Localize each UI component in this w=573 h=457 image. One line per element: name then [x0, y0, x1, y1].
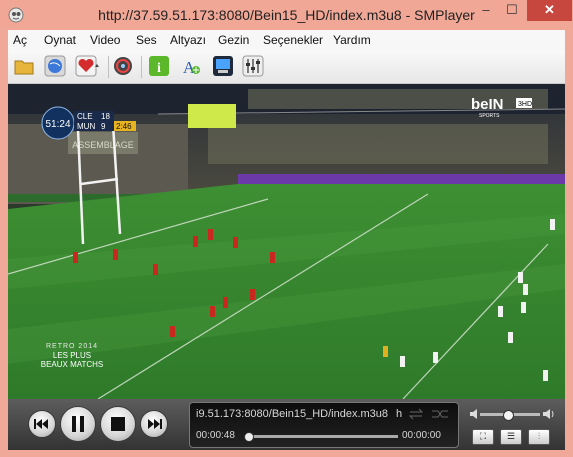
- playlist-icon: ☰: [506, 431, 516, 441]
- stream-url-overflow: h: [396, 408, 403, 420]
- maximize-button[interactable]: ☐: [499, 0, 525, 21]
- toolbar: i A: [8, 50, 565, 84]
- menu-subtitles[interactable]: Altyazı: [170, 33, 206, 47]
- volume-handle[interactable]: [503, 410, 514, 421]
- toolbar-separator: [141, 56, 142, 78]
- next-button[interactable]: [140, 410, 168, 438]
- previous-button[interactable]: [28, 410, 56, 438]
- info-icon[interactable]: i: [148, 55, 170, 77]
- elapsed-time: 00:00:48: [196, 430, 235, 441]
- toolbar-separator: [108, 56, 109, 78]
- speaker-loud-icon[interactable]: [542, 407, 556, 421]
- screenshot-icon[interactable]: [212, 55, 234, 77]
- forward-icon: [148, 419, 162, 429]
- team2-name: MUN: [77, 122, 95, 131]
- stadium-sign: ASSEMBLAGE: [72, 140, 134, 150]
- favorites-heart-icon[interactable]: [75, 55, 99, 77]
- menu-help[interactable]: Yardım: [333, 33, 371, 47]
- channel-hd-badge: 3HD: [518, 101, 532, 108]
- smplayer-window: http://37.59.51.173:8080/Bein15_HD/index…: [0, 0, 573, 457]
- match-clock: 51:24: [45, 119, 70, 130]
- equalizer-button[interactable]: ⫶: [528, 429, 550, 445]
- rewind-icon: [34, 419, 48, 429]
- channel-sub-text: SPORTS: [479, 113, 500, 119]
- overlay-line-3: BEAUX MATCHS: [41, 360, 104, 369]
- volume-slider[interactable]: [480, 410, 540, 421]
- open-folder-icon[interactable]: [13, 55, 35, 77]
- globe-icon[interactable]: [44, 55, 66, 77]
- status-display: i9.51.173:8080/Bein15_HD/index.m3u8 h 00…: [189, 402, 459, 448]
- playlist-button[interactable]: ☰: [500, 429, 522, 445]
- video-frame: ASSEMBLAGE 51:24 CLE 18 MUN 9 2:46 beIN …: [8, 84, 565, 399]
- menu-open[interactable]: Aç: [13, 33, 27, 47]
- menu-play[interactable]: Oynat: [44, 33, 76, 47]
- team1-score: 18: [101, 112, 110, 121]
- title-bar[interactable]: http://37.59.51.173:8080/Bein15_HD/index…: [0, 0, 573, 30]
- menu-audio[interactable]: Ses: [136, 33, 157, 47]
- seek-handle[interactable]: [244, 432, 254, 442]
- overlay-line-1: RETRO 2014: [46, 343, 98, 350]
- pause-button[interactable]: [60, 406, 96, 442]
- control-bar: i9.51.173:8080/Bein15_HD/index.m3u8 h 00…: [8, 399, 565, 450]
- menu-video[interactable]: Video: [90, 33, 120, 47]
- team2-score: 9: [101, 122, 106, 131]
- team1-name: CLE: [77, 112, 93, 121]
- menu-browse[interactable]: Gezin: [218, 33, 249, 47]
- total-time: 00:00:00: [402, 430, 441, 441]
- stop-button[interactable]: [100, 406, 136, 442]
- minimize-button[interactable]: –: [473, 0, 499, 21]
- svg-text:i: i: [157, 61, 161, 76]
- pause-icon: [72, 416, 84, 432]
- fullscreen-icon: ⛶: [479, 431, 487, 441]
- added-time: 2:46: [116, 122, 132, 131]
- seek-bar[interactable]: [244, 432, 398, 442]
- video-display[interactable]: ASSEMBLAGE 51:24 CLE 18 MUN 9 2:46 beIN …: [8, 84, 565, 399]
- stream-url: i9.51.173:8080/Bein15_HD/index.m3u8: [196, 408, 389, 420]
- equalizer-icon[interactable]: [242, 55, 264, 77]
- font-icon[interactable]: A: [180, 55, 202, 77]
- repeat-shuffle-icons[interactable]: [408, 407, 454, 421]
- channel-logo-text: beIN: [471, 96, 504, 113]
- menu-bar: Aç Oynat Video Ses Altyazı Gezin Seçenek…: [8, 30, 565, 50]
- close-button[interactable]: ✕: [527, 0, 572, 21]
- menu-options[interactable]: Seçenekler: [263, 33, 323, 47]
- overlay-line-2: LES PLUS: [53, 351, 91, 360]
- equalizer-small-icon: ⫶: [537, 431, 541, 441]
- disc-icon[interactable]: [112, 55, 134, 77]
- stop-icon: [111, 417, 125, 431]
- fullscreen-button[interactable]: ⛶: [472, 429, 494, 445]
